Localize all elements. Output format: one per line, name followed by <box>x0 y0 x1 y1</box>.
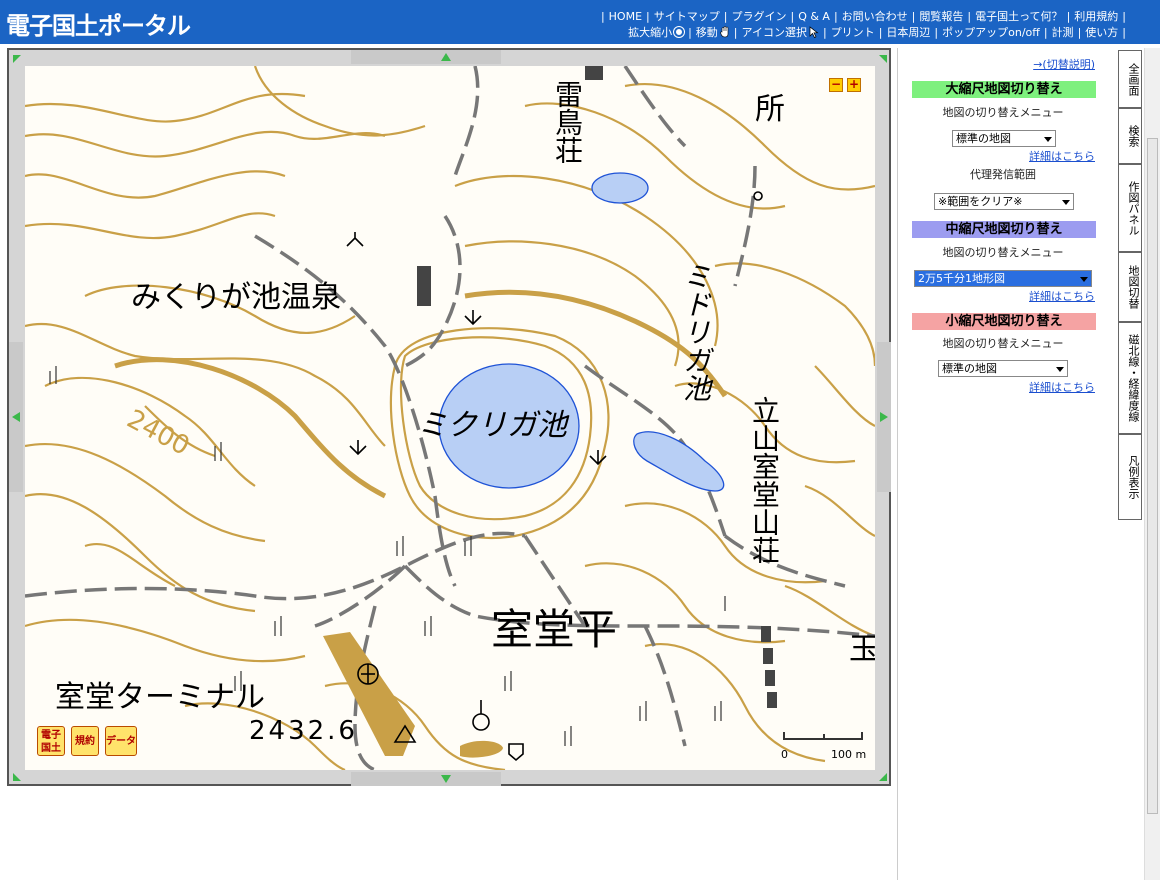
chevron-down-icon <box>1056 367 1064 372</box>
chevron-down-icon <box>1080 277 1088 282</box>
tab-search[interactable]: 検索 <box>1118 108 1142 164</box>
scale-zero-label: 0 <box>781 748 788 761</box>
pan-south-button[interactable] <box>351 772 501 786</box>
small-scale-map-select[interactable]: 標準の地図 <box>938 360 1068 377</box>
proxy-range-selected: ※範囲をクリア※ <box>938 195 1023 208</box>
medium-scale-details-link[interactable]: 詳細はこちら <box>1029 288 1095 304</box>
small-scale-details-link[interactable]: 詳細はこちら <box>1029 379 1095 395</box>
nav-terms-link[interactable]: 利用規約 <box>1074 10 1118 23</box>
label-raichoso: 雷鳥荘 <box>551 80 584 164</box>
small-scale-selected: 標準の地図 <box>942 362 997 375</box>
small-scale-menu-label: 地図の切り替えメニュー <box>942 337 1064 350</box>
measure-link[interactable]: 計測 <box>1052 26 1074 39</box>
tool-nav: 拡大縮小 | 移動 | アイコン選択 | プリント | 日本周辺 | ポップアップon/off | 計測… <box>628 26 1126 39</box>
move-tool-label: 移動 <box>695 26 718 39</box>
print-link[interactable]: プリント <box>831 26 875 39</box>
medium-scale-map-select[interactable]: 2万5千分1地形図 <box>914 270 1092 287</box>
terms-badge[interactable]: 規約 <box>71 726 99 756</box>
midorigaike-pond <box>633 431 725 492</box>
scale-bar <box>783 732 863 740</box>
arrow-up-icon[interactable] <box>441 53 451 61</box>
switch-help-link[interactable]: →(切替説明) <box>1033 56 1095 72</box>
arrow-ne-icon[interactable] <box>879 55 887 63</box>
label-mikurigaike: ミクリガ池 <box>417 408 567 443</box>
nav-home-link[interactable]: HOME <box>609 10 642 23</box>
zoom-out-button[interactable]: − <box>829 78 843 92</box>
label-murodo-daira: 室堂平 <box>491 605 618 654</box>
scroll-thumb[interactable] <box>1147 138 1158 814</box>
zoom-tool-button[interactable]: 拡大縮小 <box>628 26 685 39</box>
map-control-sidebar: →(切替説明) 大縮尺地図切り替え 地図の切り替えメニュー 標準の地図 詳細はこ… <box>897 48 1107 880</box>
icon-select-tool-button[interactable]: アイコン選択 <box>742 26 819 39</box>
nav-sitemap-link[interactable]: サイトマップ <box>654 10 720 23</box>
zoom-in-button[interactable]: + <box>847 78 861 92</box>
arrow-sw-icon[interactable] <box>13 773 21 781</box>
denshi-kokudo-badge[interactable]: 電子国土 <box>37 726 65 756</box>
top-nav: | HOME | サイトマップ | プラグイン | Q & A | お問い合わせ | 閲覧報告 | 電子国… <box>600 10 1126 23</box>
zoom-tool-label: 拡大縮小 <box>628 26 673 39</box>
arrow-se-icon[interactable] <box>879 773 887 781</box>
building-block-2 <box>585 66 603 80</box>
scale-100m-label: 100 m <box>831 748 867 761</box>
large-scale-details-link[interactable]: 詳細はこちら <box>1029 148 1095 164</box>
parking-area <box>460 740 503 758</box>
tab-drawing-panel[interactable]: 作図パネル <box>1118 164 1142 252</box>
nav-contact-link[interactable]: お問い合わせ <box>842 10 908 23</box>
label-tateyama-murodo-sanso: 立山室堂山荘 <box>748 396 781 564</box>
nav-about-link[interactable]: 電子国土って何？ <box>975 10 1062 23</box>
large-scale-selected: 標準の地図 <box>956 132 1011 145</box>
move-tool-button[interactable]: 移動 <box>696 26 730 39</box>
label-tokoro: 所 <box>755 92 785 127</box>
tab-magnetic-lines[interactable]: 磁北線・経緯度線 <box>1118 322 1142 434</box>
chevron-down-icon <box>1044 137 1052 142</box>
map-frame: 所 雷鳥荘 みくりが池温泉 ミドリガ池 ミクリガ池 2400 立山室堂山荘 室堂… <box>7 48 891 786</box>
medium-scale-header: 中縮尺地図切り替え <box>912 221 1096 238</box>
chevron-down-icon <box>1062 200 1070 205</box>
proxy-range-select[interactable]: ※範囲をクリア※ <box>934 193 1074 210</box>
proxy-range-label: 代理発信範囲 <box>970 168 1036 181</box>
japan-area-link[interactable]: 日本周辺 <box>886 26 930 39</box>
hand-icon <box>719 26 729 38</box>
label-elevation: 2432.6 <box>249 716 358 746</box>
arrow-down-icon[interactable] <box>441 775 451 783</box>
sanso-buildings <box>761 626 777 708</box>
arrow-nw-icon[interactable] <box>13 55 21 63</box>
icon-select-label: アイコン選択 <box>741 26 807 39</box>
small-scale-header: 小縮尺地図切り替え <box>912 313 1096 330</box>
nav-plugin-link[interactable]: プラグイン <box>731 10 786 23</box>
large-scale-menu-label: 地図の切り替えメニュー <box>942 106 1064 119</box>
arrow-cursor-icon <box>809 26 819 38</box>
map-canvas[interactable]: 所 雷鳥荘 みくりが池温泉 ミドリガ池 ミクリガ池 2400 立山室堂山荘 室堂… <box>25 66 875 770</box>
label-mikurigaike-onsen: みくりが池温泉 <box>131 280 341 315</box>
tab-fullscreen[interactable]: 全画面 <box>1118 50 1142 108</box>
pan-north-button[interactable] <box>351 50 501 64</box>
label-tama: 玉 <box>849 632 875 667</box>
tab-legend[interactable]: 凡例表示 <box>1118 434 1142 520</box>
page-scrollbar[interactable] <box>1144 48 1160 880</box>
label-murodo-terminal: 室堂ターミナル <box>55 680 265 715</box>
large-scale-header: 大縮尺地図切り替え <box>912 81 1096 98</box>
usage-link[interactable]: 使い方 <box>1085 26 1118 39</box>
arrow-right-icon[interactable] <box>880 412 888 422</box>
medium-scale-menu-label: 地図の切り替えメニュー <box>942 246 1064 259</box>
top-header: 電子国土ポータル | HOME | サイトマップ | プラグイン | Q & A | お問い合わせ… <box>0 0 1160 44</box>
nav-report-link[interactable]: 閲覧報告 <box>919 10 963 23</box>
site-logo[interactable]: 電子国土ポータル <box>6 6 191 41</box>
index-contours <box>114 289 728 499</box>
data-badge[interactable]: データ <box>105 726 137 756</box>
nav-qa-link[interactable]: Q & A <box>798 10 830 23</box>
zoom-radio-icon <box>674 27 685 37</box>
medium-scale-selected: 2万5千分1地形図 <box>918 272 1005 285</box>
building-block <box>417 266 431 306</box>
arrow-left-icon[interactable] <box>12 412 20 422</box>
large-scale-map-select[interactable]: 標準の地図 <box>952 130 1056 147</box>
popup-toggle-link[interactable]: ポップアップon/off <box>942 26 1040 39</box>
tab-map-switch[interactable]: 地図切替 <box>1118 252 1142 322</box>
label-midorigaike: ミドリガ池 <box>679 262 712 402</box>
small-pond <box>591 172 649 204</box>
